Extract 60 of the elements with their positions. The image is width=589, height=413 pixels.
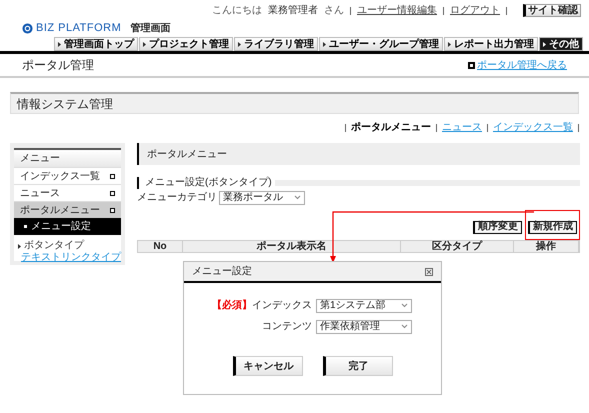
sidebar-link[interactable]: ボタンタイプ [24, 240, 84, 252]
square-icon [110, 208, 115, 212]
column-header: ポータル表示名 [183, 241, 401, 252]
section-header: 情報システム管理 [10, 92, 579, 114]
triangle-icon [448, 42, 451, 46]
sidebar-item[interactable]: ポータルメニュー [14, 201, 121, 218]
column-header: 区分タイプ [401, 241, 514, 252]
user-name: 業務管理者 [268, 6, 318, 16]
main-heading: ポータルメニュー [137, 143, 580, 165]
dropdown[interactable]: 作業依頼管理 [316, 320, 412, 334]
triangle-icon [143, 42, 146, 46]
dropdown[interactable]: 第1システム部 [316, 298, 412, 312]
nav-tab[interactable]: ユーザー・グループ管理 [319, 37, 443, 51]
admin-label: 管理画面 [130, 22, 170, 36]
logo-icon [22, 22, 33, 34]
dialog-button[interactable]: 完了 [322, 356, 392, 376]
nav-tab[interactable]: プロジェクト管理 [139, 37, 233, 51]
back-link[interactable]: ポータル管理へ戻る [477, 58, 567, 72]
nav-tab[interactable]: その他 [539, 37, 583, 51]
required-tag: 【必須】 [212, 298, 252, 313]
square-icon [110, 190, 115, 196]
greeting-text: こんにちは [212, 6, 262, 16]
action-button[interactable]: 新規作成 [528, 220, 577, 234]
dialog-title: メニュー設定 [192, 264, 252, 279]
field-label: コンテンツ [262, 320, 312, 334]
square-bullet-icon [24, 225, 27, 228]
triangle-icon [18, 244, 21, 248]
sub-nav-link[interactable]: ポータルメニュー [351, 120, 431, 135]
square-icon [110, 174, 115, 178]
dialog-button[interactable]: キャンセル [232, 356, 302, 376]
nav-tab[interactable]: ライブラリ管理 [234, 37, 318, 51]
close-icon[interactable] [425, 268, 433, 276]
header-link[interactable]: ログアウト [450, 6, 500, 16]
site-check-button[interactable]: サイト確認 [523, 4, 581, 17]
page-title: ポータル管理 [22, 57, 94, 74]
subheading: メニュー設定(ボタンタイプ) [137, 177, 272, 189]
sub-nav-link[interactable]: インデックス一覧 [493, 120, 573, 135]
bullet-icon [469, 62, 474, 68]
action-button[interactable]: 順序変更 [473, 220, 522, 234]
dropdown[interactable]: 業務ポータル [219, 190, 305, 204]
chevron-down-icon [294, 195, 301, 200]
sidebar-title: メニュー [14, 148, 121, 167]
chevron-down-icon [401, 303, 408, 308]
column-header: No [138, 241, 183, 252]
honorific-text: さん [324, 6, 344, 16]
sidebar-link[interactable]: テキストリンクタイプ [21, 252, 121, 264]
triangle-icon [543, 42, 546, 46]
header-link[interactable]: ユーザー情報編集 [357, 6, 437, 16]
field-label: インデックス [252, 299, 312, 313]
chevron-down-icon [401, 324, 408, 329]
sub-nav-link[interactable]: ニュース [442, 120, 482, 135]
nav-tab[interactable]: レポート出力管理 [444, 37, 538, 51]
category-label: メニューカテゴリ [137, 191, 217, 205]
triangle-icon [238, 42, 241, 46]
logo-text: BIZ PLATFORM [36, 21, 122, 36]
column-header: 操作 [514, 241, 579, 252]
triangle-icon [323, 42, 326, 46]
nav-tab[interactable]: 管理画面トップ [54, 37, 138, 51]
triangle-icon [58, 42, 61, 46]
sidebar-subitem[interactable]: メニュー設定 [14, 218, 121, 235]
